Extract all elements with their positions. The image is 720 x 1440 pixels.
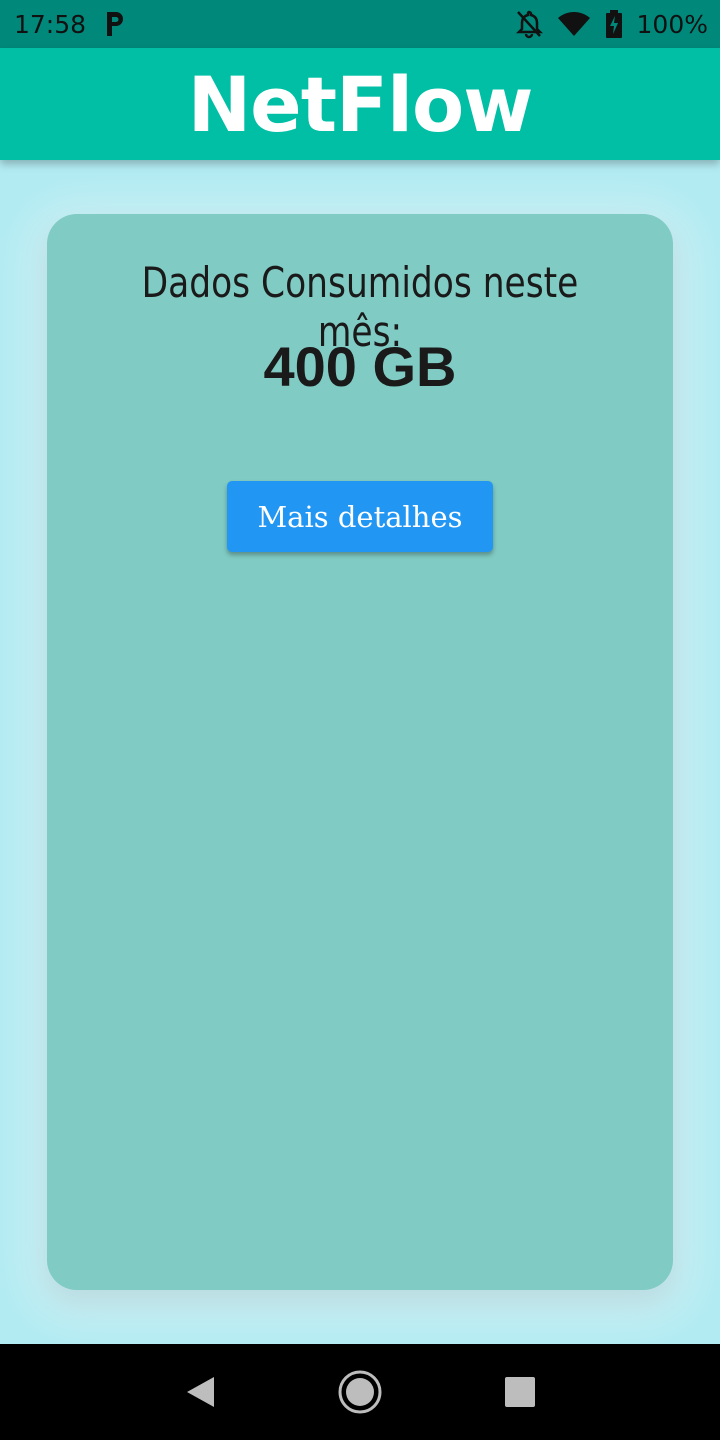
home-button[interactable]	[330, 1362, 390, 1422]
recents-button[interactable]	[490, 1362, 550, 1422]
more-details-button[interactable]: Mais detalhes	[227, 481, 493, 552]
parking-icon	[107, 12, 124, 36]
data-usage-card: Dados Consumidos neste mês: 400 GB Mais …	[47, 214, 673, 1290]
home-icon	[338, 1370, 382, 1414]
back-button[interactable]	[170, 1362, 230, 1422]
status-bar: 17:58 100%	[0, 0, 720, 48]
system-nav-bar	[0, 1344, 720, 1440]
usage-value: 400 GB	[263, 335, 457, 398]
wifi-icon	[557, 12, 590, 36]
battery-charging-icon	[605, 10, 622, 38]
app-title: NetFlow	[187, 59, 534, 149]
app-bar: NetFlow	[0, 48, 720, 160]
battery-percent: 100%	[636, 9, 708, 39]
bell-off-icon	[515, 10, 543, 39]
status-time: 17:58	[14, 9, 87, 39]
recents-icon	[505, 1377, 535, 1407]
back-icon	[187, 1377, 214, 1407]
main-content: Dados Consumidos neste mês: 400 GB Mais …	[0, 160, 720, 1344]
